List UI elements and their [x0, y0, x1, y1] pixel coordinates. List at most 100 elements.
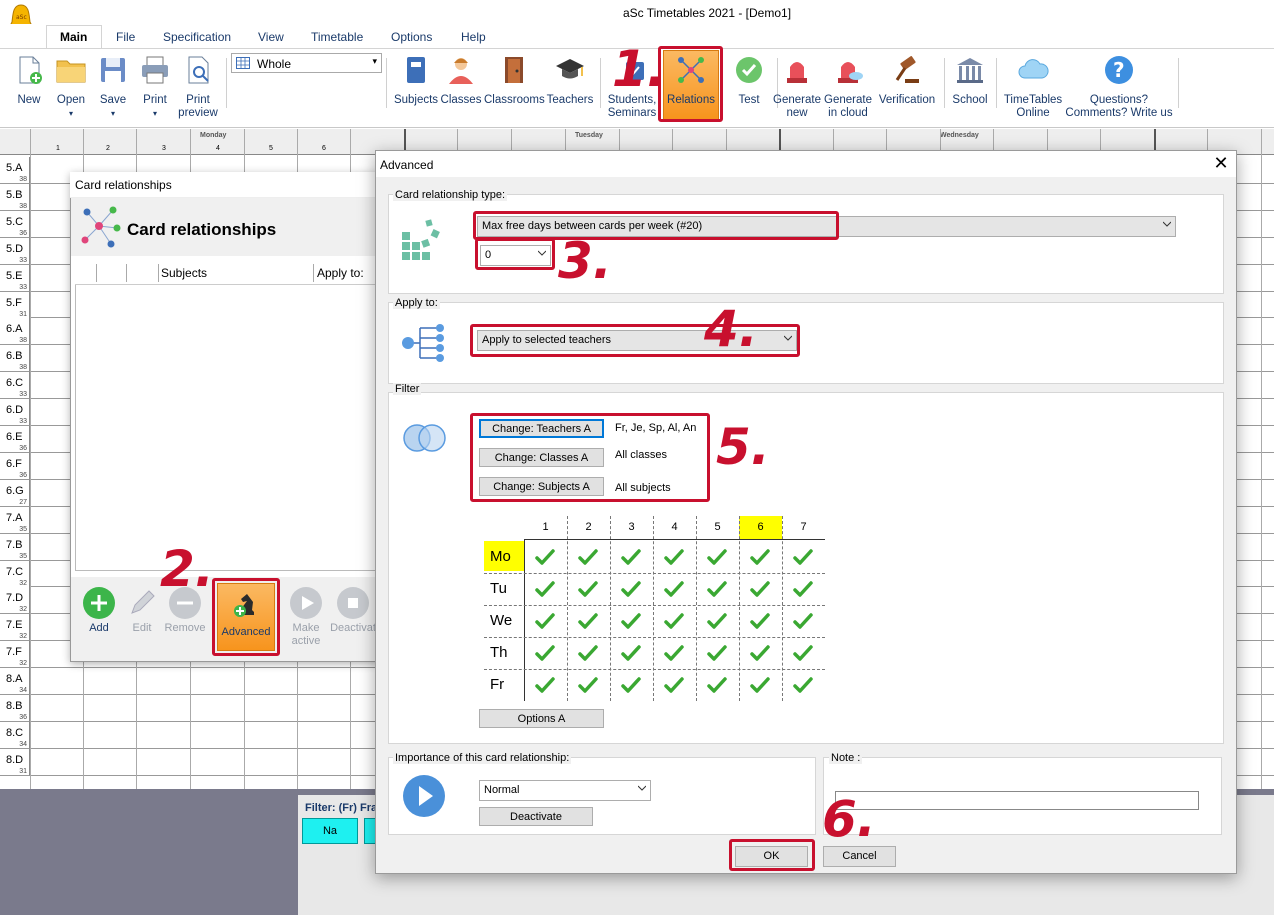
day-header-th[interactable]: Th	[484, 637, 524, 667]
open-button[interactable]: Open ▾	[52, 54, 90, 120]
timetable-row-label[interactable]: 8.C 34	[0, 721, 30, 749]
lesson-card[interactable]: Na	[302, 818, 358, 844]
print-preview-button[interactable]: Print preview	[176, 54, 220, 120]
timetable-row-label[interactable]: 5.A 38	[0, 157, 30, 184]
allowed-check-icon[interactable]	[534, 610, 556, 632]
edit-button[interactable]: Edit	[124, 587, 160, 635]
allowed-check-icon[interactable]	[792, 642, 814, 664]
timetable-row-label[interactable]: 5.C 36	[0, 210, 30, 238]
timetable-row-label[interactable]: 8.D 31	[0, 748, 30, 776]
deactivate-relationship-button[interactable]: Deactivate	[479, 807, 593, 826]
allowed-check-icon[interactable]	[663, 642, 685, 664]
generate-in-cloud-button[interactable]: Generate in cloud	[823, 54, 873, 120]
day-header-we[interactable]: We	[484, 605, 524, 635]
tab-file[interactable]: File	[116, 30, 135, 44]
note-input[interactable]	[835, 791, 1199, 810]
cancel-button[interactable]: Cancel	[823, 846, 896, 867]
tab-help[interactable]: Help	[461, 30, 486, 44]
timetable-row-label[interactable]: 5.E 33	[0, 264, 30, 292]
tab-options[interactable]: Options	[391, 30, 432, 44]
allowed-check-icon[interactable]	[749, 610, 771, 632]
timetable-row-label[interactable]: 5.F 31	[0, 291, 30, 319]
timetable-row-label[interactable]: 7.B 35	[0, 533, 30, 561]
allowed-check-icon[interactable]	[663, 546, 685, 568]
timetable-row-label[interactable]: 7.A 35	[0, 506, 30, 534]
make-active-button[interactable]: Make active	[286, 587, 326, 648]
timetable-row-label[interactable]: 7.C 32	[0, 560, 30, 588]
allowed-check-icon[interactable]	[706, 546, 728, 568]
timetable-row-label[interactable]: 8.B 36	[0, 695, 30, 722]
test-button[interactable]: Test	[732, 54, 766, 107]
allowed-check-icon[interactable]	[749, 642, 771, 664]
allowed-check-icon[interactable]	[577, 610, 599, 632]
allowed-check-icon[interactable]	[663, 578, 685, 600]
print-button[interactable]: Print ▾	[138, 54, 172, 120]
allowed-check-icon[interactable]	[534, 546, 556, 568]
classrooms-button[interactable]: Classrooms	[484, 54, 545, 107]
timetable-row-label[interactable]: 6.B 38	[0, 345, 30, 373]
timetable-row-label[interactable]: 6.G 27	[0, 479, 30, 507]
timetable-row-label[interactable]: 6.D 33	[0, 399, 30, 427]
allowed-check-icon[interactable]	[534, 642, 556, 664]
tab-view[interactable]: View	[258, 30, 284, 44]
period-header-6[interactable]: 6	[739, 516, 782, 539]
allowed-check-icon[interactable]	[792, 610, 814, 632]
school-button[interactable]: School	[950, 54, 990, 107]
allowed-check-icon[interactable]	[577, 578, 599, 600]
timetable-row-label[interactable]: 7.D 32	[0, 587, 30, 615]
allowed-check-icon[interactable]	[749, 578, 771, 600]
allowed-check-icon[interactable]	[620, 674, 642, 696]
allowed-check-icon[interactable]	[577, 674, 599, 696]
classes-button[interactable]: Classes	[440, 54, 482, 107]
timetables-online-button[interactable]: TimeTables Online	[1000, 54, 1066, 120]
period-header-5[interactable]: 5	[696, 516, 739, 539]
allowed-check-icon[interactable]	[706, 610, 728, 632]
column-separator[interactable]	[126, 264, 127, 282]
timetable-row-label[interactable]: 6.A 38	[0, 318, 30, 346]
deactivate-button[interactable]: Deactivat	[328, 587, 378, 635]
allowed-check-icon[interactable]	[792, 546, 814, 568]
period-header-4[interactable]: 4	[653, 516, 696, 539]
options-button[interactable]: Options A	[479, 709, 604, 728]
timetable-row-label[interactable]: 7.F 32	[0, 641, 30, 669]
allowed-check-icon[interactable]	[749, 674, 771, 696]
tab-timetable[interactable]: Timetable	[311, 30, 363, 44]
day-header-fr[interactable]: Fr	[484, 669, 524, 699]
timetable-row-label[interactable]: 5.B 38	[0, 183, 30, 211]
timetable-row-label[interactable]: 6.F 36	[0, 452, 30, 480]
period-header-1[interactable]: 1	[524, 516, 567, 539]
allowed-check-icon[interactable]	[534, 674, 556, 696]
allowed-check-icon[interactable]	[620, 578, 642, 600]
period-header-2[interactable]: 2	[567, 516, 610, 539]
column-subjects[interactable]: Subjects	[161, 266, 207, 280]
allowed-check-icon[interactable]	[620, 610, 642, 632]
allowed-check-icon[interactable]	[749, 546, 771, 568]
allowed-check-icon[interactable]	[620, 546, 642, 568]
save-button[interactable]: Save ▾	[96, 54, 130, 120]
allowed-check-icon[interactable]	[706, 674, 728, 696]
subjects-button[interactable]: Subjects	[392, 54, 440, 107]
allowed-check-icon[interactable]	[706, 642, 728, 664]
column-separator[interactable]	[158, 264, 159, 282]
importance-select[interactable]: Normal	[479, 780, 651, 801]
allowed-check-icon[interactable]	[534, 578, 556, 600]
timetable-row-label[interactable]: 8.A 34	[0, 668, 30, 696]
allowed-check-icon[interactable]	[577, 642, 599, 664]
allowed-check-icon[interactable]	[706, 578, 728, 600]
timetable-row-label[interactable]: 7.E 32	[0, 614, 30, 642]
allowed-check-icon[interactable]	[620, 642, 642, 664]
teachers-button[interactable]: Teachers	[546, 54, 594, 107]
allowed-check-icon[interactable]	[577, 546, 599, 568]
timetable-row-label[interactable]: 6.E 36	[0, 426, 30, 453]
column-separator[interactable]	[313, 264, 314, 282]
timetable-row-label[interactable]: 6.C 33	[0, 372, 30, 400]
day-header-mo[interactable]: Mo	[484, 541, 524, 571]
view-select[interactable]: Whole ▾	[231, 53, 382, 73]
timetable-row-label[interactable]: 5.D 33	[0, 237, 30, 265]
verification-button[interactable]: Verification	[876, 54, 938, 107]
period-header-7[interactable]: 7	[782, 516, 825, 539]
allowed-check-icon[interactable]	[792, 578, 814, 600]
new-button[interactable]: New	[12, 54, 46, 107]
tab-specification[interactable]: Specification	[163, 30, 231, 44]
generate-new-button[interactable]: Generate new	[772, 54, 822, 120]
